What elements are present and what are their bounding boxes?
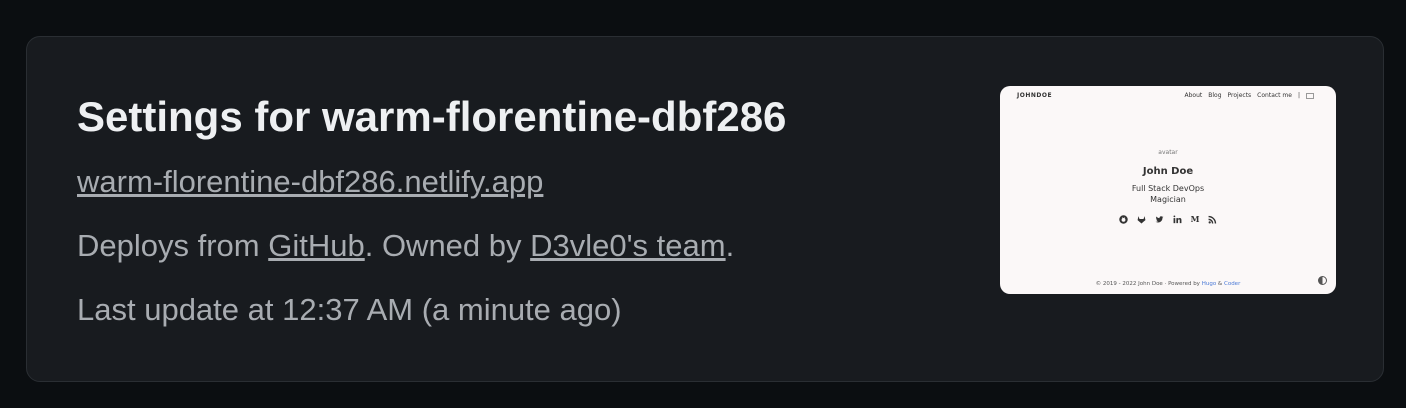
preview-footer: © 2019 - 2022 John Doe · Powered by Hugo… [1000,281,1336,287]
preview-footer-text: © 2019 - 2022 John Doe · Powered by [1095,281,1202,287]
rss-icon [1208,215,1217,226]
preview-nav-projects: Projects [1227,92,1252,99]
page-title: Settings for warm-florentine-dbf286 [77,93,787,140]
twitter-icon [1155,215,1164,226]
theme-toggle-icon [1318,276,1327,285]
preview-nav-contact: Contact me [1257,92,1292,99]
deploy-info: Deploys from GitHub. Owned by D3vle0's t… [77,228,734,264]
preview-brand: JOHNDOE [1017,92,1053,99]
github-link[interactable]: GitHub [268,228,364,263]
preview-name: John Doe [1142,166,1194,177]
preview-footer-coder-link: Coder [1223,281,1241,287]
preview-nav-blog: Blog [1208,92,1222,99]
mail-icon [1306,92,1314,99]
preview-footer-amp: & [1216,281,1224,287]
last-update-text: Last update at 12:37 AM (a minute ago) [77,292,622,327]
preview-subtitle-line2: Magician [1150,195,1186,204]
preview-footer-hugo-link: Hugo [1201,281,1217,287]
owned-suffix: . [725,228,735,263]
gitlab-icon [1137,215,1146,226]
preview-subtitle-line1: Full Stack DevOps [1131,184,1205,193]
site-url-link[interactable]: warm-florentine-dbf286.netlify.app [77,164,543,200]
preview-avatar-placeholder: avatar [1158,149,1178,156]
preview-subtitle: Full Stack DevOps Magician [1000,183,1336,205]
linkedin-icon [1173,215,1182,226]
owned-prefix: . Owned by [364,228,531,263]
github-icon [1118,215,1128,226]
site-settings-card: Settings for warm-florentine-dbf286 warm… [26,36,1384,382]
site-preview-thumbnail[interactable]: JOHNDOE About Blog Projects Contact me |… [1000,86,1336,294]
preview-nav-about: About [1184,92,1203,99]
team-link[interactable]: D3vle0's team [530,228,725,263]
preview-social-icons: M [1000,215,1336,226]
medium-icon: M [1190,214,1200,224]
deploys-prefix: Deploys from [77,228,269,263]
preview-nav: About Blog Projects Contact me | [1184,92,1314,99]
preview-nav-separator: | [1297,92,1300,99]
